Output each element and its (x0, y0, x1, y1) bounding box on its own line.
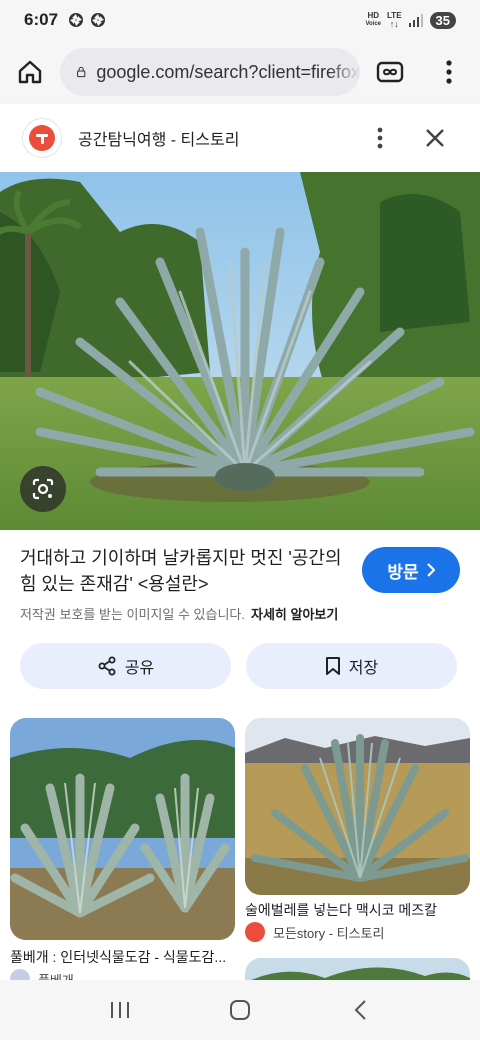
aperture-icon (69, 13, 84, 27)
browser-menu-button[interactable] (419, 40, 479, 104)
recent-apps-button[interactable] (90, 985, 150, 1035)
lock-icon (77, 66, 86, 78)
tab-switcher-icon (376, 61, 404, 83)
chevron-right-icon (426, 563, 435, 577)
tistory-logo-icon (29, 125, 55, 151)
result-title: 거대하고 기이하며 날카롭지만 멋진 '공간의 힘 있는 존재감' <용설란> (20, 548, 342, 594)
home-nav-icon (230, 1000, 250, 1020)
aperture-icon (91, 13, 106, 27)
related-source-name: 모든story - 티스토리 (273, 925, 385, 941)
tab-switcher-button[interactable] (361, 40, 419, 104)
tistory-logo-icon (245, 922, 265, 942)
lens-search-button[interactable] (20, 466, 66, 512)
learn-more-link[interactable]: 자세히 알아보기 (251, 607, 338, 622)
visit-button[interactable]: 방문 (362, 547, 460, 593)
lens-search-icon (32, 478, 54, 500)
agave-photo (0, 172, 480, 530)
bookmark-icon (325, 657, 340, 675)
share-icon (98, 656, 116, 676)
home-icon (18, 60, 42, 84)
more-vert-icon (446, 60, 452, 84)
url-text: google.com/search?client=firefox (96, 61, 360, 82)
related-image-card[interactable] (245, 718, 470, 895)
lte-indicator: LTE ↑↓ (387, 11, 402, 29)
home-nav-button[interactable] (210, 985, 270, 1035)
notification-icons (68, 12, 106, 28)
related-image-agave-garden (10, 718, 235, 940)
save-button[interactable]: 저장 (246, 643, 457, 689)
related-caption[interactable]: 술에벌레를 넣는다 맥시코 메즈칼 (245, 900, 470, 920)
status-bar: 6:07 HD Voice LTE ↑↓ 35 (0, 0, 480, 40)
close-icon (426, 129, 444, 147)
back-button[interactable] (330, 985, 390, 1035)
status-time: 6:07 (24, 10, 59, 29)
close-button[interactable] (410, 118, 460, 158)
home-button[interactable] (0, 40, 60, 104)
back-icon (354, 1000, 366, 1020)
save-label: 저장 (348, 660, 379, 677)
address-bar[interactable]: google.com/search?client=firefox (60, 48, 360, 96)
visit-label: 방문 (387, 562, 419, 582)
source-favicon[interactable] (22, 118, 62, 158)
related-source[interactable]: 모든story - 티스토리 (245, 922, 384, 942)
share-button[interactable]: 공유 (20, 643, 231, 689)
recent-apps-icon (111, 1002, 129, 1018)
copyright-text: 저작권 보호를 받는 이미지일 수 있습니다. (20, 607, 245, 622)
source-title[interactable]: 공간탐닉여행 - 티스토리 (78, 126, 239, 150)
browser-toolbar: google.com/search?client=firefox (0, 40, 480, 104)
copyright-notice: 저작권 보호를 받는 이미지일 수 있습니다. 자세히 알아보기 (20, 604, 338, 623)
hd-voice-indicator: HD Voice (365, 11, 382, 28)
main-image-agave[interactable] (0, 172, 480, 530)
system-navigation-bar (0, 980, 480, 1040)
share-label: 공유 (124, 660, 155, 677)
battery-indicator: 35 (429, 11, 456, 29)
more-vert-icon (377, 127, 383, 149)
related-image-card[interactable] (10, 718, 235, 940)
source-more-button[interactable] (360, 118, 400, 158)
related-image-maguey-field (245, 718, 470, 895)
status-right: HD Voice LTE ↑↓ 35 (365, 11, 456, 29)
image-source-header: 공간탐닉여행 - 티스토리 (0, 104, 480, 172)
signal-icon (408, 14, 423, 27)
related-caption[interactable]: 풀베개 : 인터넷식물도감 - 식물도감... (10, 947, 235, 967)
